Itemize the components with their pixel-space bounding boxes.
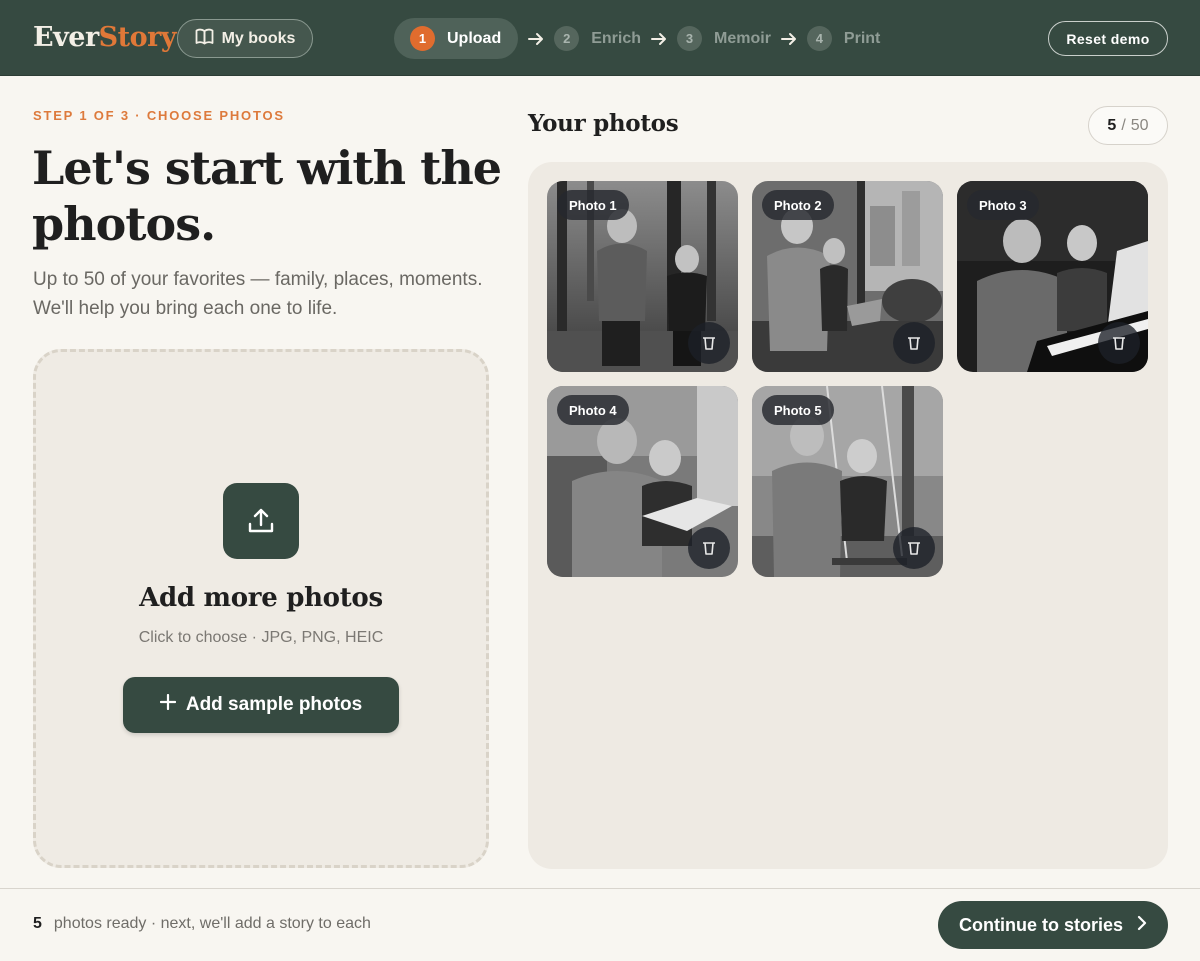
plus-icon	[159, 693, 176, 716]
arrow-right-icon	[518, 32, 554, 46]
photo-card[interactable]: Photo 4	[547, 386, 738, 577]
book-icon	[195, 28, 214, 50]
photo-label: Photo 1	[557, 190, 629, 220]
my-books-label: My books	[221, 29, 296, 47]
logo-text-ever: Ever	[33, 22, 99, 53]
step-enrich[interactable]: 2 Enrich	[554, 18, 641, 59]
counter-separator: /	[1121, 116, 1126, 134]
photo-card[interactable]: Photo 1	[547, 181, 738, 372]
photo-card[interactable]: Photo 3	[957, 181, 1148, 372]
photo-max: 50	[1130, 116, 1149, 134]
continue-label: Continue to stories	[958, 914, 1123, 935]
arrow-right-icon	[771, 32, 807, 46]
photo-gallery: Photo 1 Photo 2 Photo 3 Photo 4 Photo 5	[528, 162, 1168, 869]
photo-count: 5	[1107, 116, 1117, 134]
photo-label: Photo 4	[557, 395, 629, 425]
arrow-right-icon	[641, 32, 677, 46]
photo-label: Photo 3	[967, 190, 1039, 220]
ready-count: 5	[33, 915, 42, 932]
step-print[interactable]: 4 Print	[806, 18, 881, 59]
chevron-right-icon	[1137, 915, 1147, 936]
progress-steps: 1 Upload 2 Enrich 3 Memoir 4 Print	[394, 18, 880, 59]
delete-photo-button[interactable]	[688, 527, 730, 569]
photo-counter: 5 / 50	[1088, 106, 1168, 145]
gallery-title: Your photos	[528, 110, 679, 137]
logo-text-story: Story	[98, 22, 177, 53]
top-bar: EverStory My books 1 Upload 2 Enrich 3 M…	[0, 0, 1200, 76]
photos-ready-status: 5 photos ready · next, we'll add a story …	[33, 915, 371, 933]
trash-icon	[908, 337, 920, 350]
my-books-button[interactable]: My books	[177, 19, 313, 58]
step-number: 1	[410, 26, 435, 51]
add-sample-photos-button[interactable]: Add sample photos	[123, 677, 399, 733]
add-sample-photos-label: Add sample photos	[185, 694, 363, 715]
step-upload[interactable]: 1 Upload	[394, 18, 519, 59]
trash-icon	[1113, 337, 1125, 350]
continue-to-stories-button[interactable]: Continue to stories	[938, 901, 1168, 949]
dropzone-hint: Click to choose · JPG, PNG, HEIC	[138, 629, 384, 646]
trash-icon	[703, 542, 715, 555]
delete-photo-button[interactable]	[688, 322, 730, 364]
trash-icon	[703, 337, 715, 350]
step-label: Print	[843, 29, 881, 47]
step-number: 3	[677, 26, 703, 51]
trash-icon	[908, 542, 920, 555]
delete-photo-button[interactable]	[893, 322, 935, 364]
delete-photo-button[interactable]	[1098, 322, 1140, 364]
ready-text: photos ready · next, we'll add a story t…	[53, 915, 371, 932]
step-number: 2	[554, 26, 580, 51]
step-memoir[interactable]: 3 Memoir	[677, 18, 771, 59]
reset-demo-button[interactable]: Reset demo	[1048, 21, 1168, 56]
photo-card[interactable]: Photo 5	[752, 386, 943, 577]
upload-icon[interactable]	[223, 483, 299, 559]
delete-photo-button[interactable]	[893, 527, 935, 569]
photo-label: Photo 5	[762, 395, 834, 425]
step-eyebrow: STEP 1 OF 3 · CHOOSE PHOTOS	[33, 108, 285, 123]
step-label: Memoir	[714, 29, 771, 47]
step-label: Enrich	[591, 29, 642, 47]
dropzone-title: Add more photos	[139, 583, 383, 613]
step-number: 4	[806, 26, 832, 51]
page-title: Let's start with the photos.	[32, 141, 502, 251]
photo-label: Photo 2	[762, 190, 834, 220]
everstory-logo[interactable]: EverStory	[33, 22, 177, 53]
photo-card[interactable]: Photo 2	[752, 181, 943, 372]
step-label: Upload	[447, 29, 502, 47]
page-subtitle: Up to 50 of your favorites — family, pla…	[33, 269, 483, 319]
